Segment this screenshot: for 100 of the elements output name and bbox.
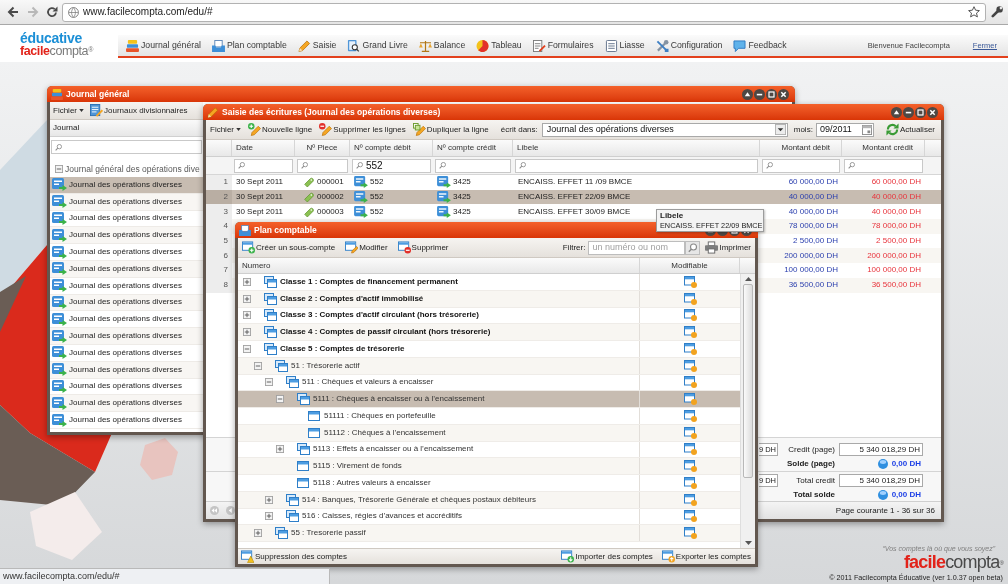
month-field[interactable]: 09/2011: [815, 122, 874, 137]
column-header[interactable]: Montant débit: [760, 140, 842, 156]
tree-item[interactable]: Classe 4 : Comptes de passif circulant (hors trésorerie): [238, 324, 740, 341]
search-icon[interactable]: [685, 240, 701, 255]
nav-item[interactable]: Feedback: [733, 39, 787, 52]
tree-item[interactable]: Classe 1 : Comptes de financement permanent: [238, 274, 740, 291]
arrow-up-icon[interactable]: [744, 277, 752, 281]
reload-icon[interactable]: [46, 6, 58, 18]
tree-item[interactable]: 5115 : Virement de fonds: [238, 458, 740, 475]
footer-button[interactable]: Suppression des comptes: [241, 550, 348, 563]
journal-list-item[interactable]: Journal des opérations diverses: [50, 311, 203, 329]
nav-item[interactable]: Tableau: [476, 39, 522, 52]
card-stack-icon: [275, 527, 288, 540]
wrench-icon[interactable]: [991, 6, 1003, 18]
collapse-icon[interactable]: [742, 88, 753, 100]
tree-item[interactable]: 55 : Tresorerie passif: [238, 525, 740, 542]
plus-box-icon[interactable]: [243, 311, 251, 320]
filter-field[interactable]: [515, 158, 758, 173]
minus-box-icon[interactable]: [243, 344, 251, 353]
filter-field[interactable]: [51, 140, 202, 154]
nav-item[interactable]: Saisie: [297, 39, 337, 52]
tree-item[interactable]: 5118 : Autres valeurs à encaisser: [238, 475, 740, 492]
footer-button[interactable]: Importer des comptes: [561, 550, 653, 563]
star-icon[interactable]: [968, 6, 980, 18]
filter-field[interactable]: [234, 158, 293, 173]
address-bar[interactable]: www.facilecompta.com/edu/#: [62, 2, 986, 22]
balance-value: 0,00 DH: [891, 459, 921, 468]
plus-box-icon[interactable]: [265, 512, 273, 521]
nav-item[interactable]: Plan comptable: [211, 39, 287, 52]
toolbar-button[interactable]: Créer un sous-compte: [242, 241, 336, 254]
journal-select[interactable]: Journal des opérations diverses: [541, 122, 788, 137]
column-header[interactable]: Date: [232, 140, 295, 156]
toolbar-button[interactable]: Nouvelle ligne: [248, 123, 313, 136]
close-icon[interactable]: [778, 88, 789, 100]
scrollbar-thumb[interactable]: [743, 284, 753, 478]
plus-box-icon[interactable]: [243, 328, 251, 337]
tree-item[interactable]: 51111 : Chèques en portefeuille: [238, 408, 740, 425]
maximize-icon[interactable]: [915, 106, 926, 118]
credit-amount: 200 000,00 DH: [867, 251, 921, 260]
column-header[interactable]: Nº compte débit: [350, 140, 433, 156]
column-header[interactable]: Numero: [238, 258, 640, 273]
card-warning-icon: [241, 550, 254, 563]
minus-box-icon[interactable]: [276, 395, 284, 404]
plus-box-icon[interactable]: [254, 529, 262, 538]
collapse-icon[interactable]: [891, 106, 902, 118]
toolbar-button[interactable]: Modifier: [345, 241, 388, 254]
nav-item[interactable]: Grand Livre: [347, 39, 408, 52]
nav-item[interactable]: Liasse: [604, 39, 645, 52]
maximize-icon[interactable]: [766, 88, 777, 100]
credit-amount: 40 000,00 DH: [871, 193, 921, 202]
minus-box-icon[interactable]: [265, 378, 273, 387]
nav-item[interactable]: Balance: [418, 39, 466, 52]
close-icon[interactable]: [927, 106, 938, 118]
menu-button[interactable]: Fichier: [53, 106, 84, 115]
plus-box-icon[interactable]: [265, 495, 273, 504]
tree-item[interactable]: Classe 5 : Comptes de trésorerie: [238, 341, 740, 358]
filter-field[interactable]: [435, 158, 511, 173]
column-header[interactable]: Journal: [50, 120, 203, 137]
calendar-icon[interactable]: [861, 124, 872, 135]
column-header[interactable]: Modifiable: [640, 258, 740, 273]
filter-field[interactable]: [762, 158, 840, 173]
journal-list-item[interactable]: Journal des opérations diverses: [50, 328, 203, 345]
toolbar-button[interactable]: Imprimer: [705, 241, 751, 254]
journal-list-item[interactable]: Journal des opérations diverses: [50, 395, 203, 413]
arrow-left-icon[interactable]: [226, 506, 235, 515]
column-header[interactable]: Montant crédit: [842, 140, 925, 156]
forward-arrow-icon[interactable]: [27, 6, 39, 18]
journal-list-item[interactable]: Journal des opérations diverses: [50, 412, 203, 429]
journal-list-item[interactable]: Journal des opérations diverses: [50, 244, 203, 261]
toolbar-button[interactable]: Actualiser: [885, 123, 935, 136]
column-header[interactable]: Nº Piece: [295, 140, 350, 156]
toolbar-button[interactable]: Journaux divisionnaires: [90, 104, 188, 117]
plus-box-icon[interactable]: [243, 294, 251, 303]
column-header[interactable]: Libele: [513, 140, 760, 156]
nav-item[interactable]: Configuration: [655, 39, 723, 52]
toolbar-button[interactable]: Dupliquer la ligne: [412, 123, 489, 136]
arrow-down-icon[interactable]: [744, 541, 752, 545]
minimize-icon[interactable]: [903, 106, 914, 118]
filter-field[interactable]: 552: [352, 158, 431, 173]
pencil-copy-icon: [412, 123, 426, 136]
minimize-icon[interactable]: [754, 88, 765, 100]
plus-box-icon[interactable]: [243, 277, 251, 286]
footer-button[interactable]: Exporter les comptes: [661, 550, 751, 563]
filter-field[interactable]: [297, 158, 348, 173]
column-header[interactable]: Nº compte crédit: [433, 140, 513, 156]
journal-list-item[interactable]: Journal des opérations diverses: [50, 227, 203, 245]
double-arrow-left-icon[interactable]: [210, 506, 219, 515]
card-edit-icon: [683, 292, 697, 305]
back-arrow-icon[interactable]: [7, 6, 19, 18]
plus-box-icon[interactable]: [276, 445, 284, 454]
minus-box-icon[interactable]: [254, 361, 262, 370]
toolbar-button[interactable]: Supprimer les lignes: [319, 123, 406, 136]
tree-item[interactable]: 5111 : Chèques à encaisser ou à l’encaissement: [238, 391, 740, 408]
nav-item[interactable]: Formulaires: [532, 39, 594, 52]
journal-list-item[interactable]: Journal des opérations diverses: [50, 177, 203, 194]
toolbar-button[interactable]: Supprimer: [397, 241, 449, 254]
menu-button[interactable]: Fichier: [210, 125, 241, 134]
filter-field[interactable]: [844, 158, 923, 173]
nav-item[interactable]: Journal général: [126, 39, 201, 52]
minus-box-icon[interactable]: [55, 165, 63, 173]
